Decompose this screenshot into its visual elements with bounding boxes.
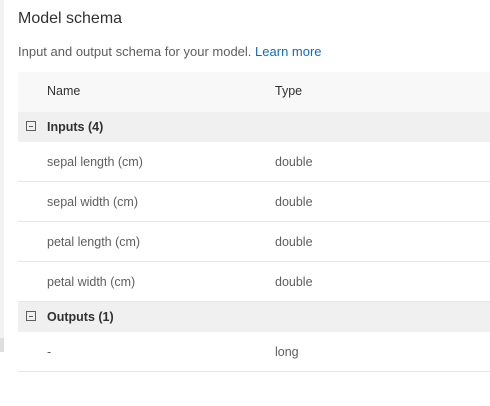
row-name: petal length (cm) xyxy=(47,235,141,249)
row-type: long xyxy=(275,345,299,359)
row-name: petal width (cm) xyxy=(47,275,136,289)
collapse-icon[interactable] xyxy=(26,311,36,321)
group-label-inputs: Inputs (4) xyxy=(47,120,104,134)
table-row: sepal width (cm) double xyxy=(18,182,490,222)
row-name: - xyxy=(47,345,52,359)
table-row: petal width (cm) double xyxy=(18,262,490,302)
left-panel-edge xyxy=(0,0,4,352)
section-description: Input and output schema for your model. … xyxy=(18,44,322,59)
row-type: double xyxy=(275,275,313,289)
row-type: double xyxy=(275,155,313,169)
row-name: sepal width (cm) xyxy=(47,195,138,209)
table-row: petal length (cm) double xyxy=(18,222,490,262)
table-row: sepal length (cm) double xyxy=(18,142,490,182)
table-header: Name Type xyxy=(18,72,490,112)
group-header-inputs[interactable]: Inputs (4) xyxy=(18,112,490,142)
schema-table: Name Type Inputs (4) sepal length (cm) d… xyxy=(18,72,490,372)
row-type: double xyxy=(275,195,313,209)
row-name: sepal length (cm) xyxy=(47,155,143,169)
group-header-outputs[interactable]: Outputs (1) xyxy=(18,302,490,332)
learn-more-link[interactable]: Learn more xyxy=(255,44,321,59)
group-label-outputs: Outputs (1) xyxy=(47,310,114,324)
column-header-name[interactable]: Name xyxy=(47,84,80,98)
row-type: double xyxy=(275,235,313,249)
section-title: Model schema xyxy=(18,10,123,27)
column-header-type[interactable]: Type xyxy=(275,84,302,98)
table-row: - long xyxy=(18,332,490,372)
collapse-icon[interactable] xyxy=(26,121,36,131)
description-text: Input and output schema for your model. xyxy=(18,44,252,59)
